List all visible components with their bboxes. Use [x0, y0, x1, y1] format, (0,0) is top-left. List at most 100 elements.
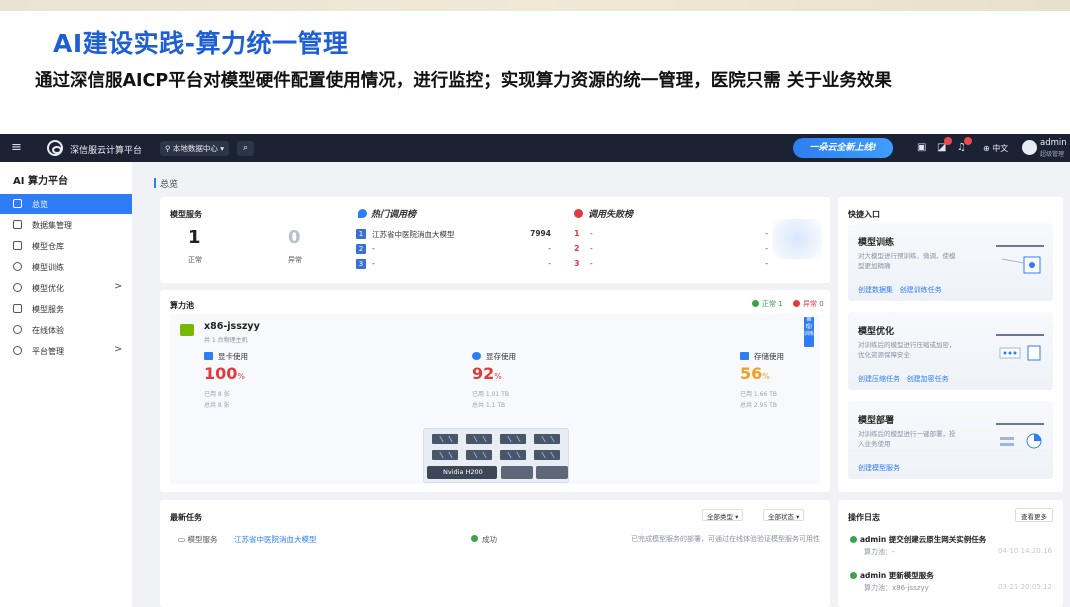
- status-badge: 正常 1: [762, 300, 783, 308]
- create-encrypt-task-link[interactable]: 创建加密任务: [907, 375, 949, 383]
- user-role: 超级管理: [1040, 151, 1065, 158]
- rank-value: -: [765, 244, 768, 253]
- success-icon: [471, 535, 478, 542]
- slide-description: 通过深信服AICP平台对模型硬件配置使用情况，进行监控；实现算力资源的统一管理，…: [35, 71, 892, 91]
- list-item[interactable]: 3 - -: [356, 259, 551, 271]
- language-label: 中文: [992, 144, 1009, 153]
- gpu-card-icon: [466, 434, 492, 444]
- fail-icon: [574, 209, 583, 218]
- avatar[interactable]: [1022, 140, 1037, 155]
- quick-entry-title: 快捷入口: [848, 210, 880, 219]
- brand-name: 深信服云计算平台: [70, 146, 143, 156]
- gpu-card-icon: [500, 450, 526, 460]
- bell-badge-icon: [964, 137, 972, 145]
- list-item[interactable]: 2 - -: [574, 244, 768, 256]
- search-icon[interactable]: ⌕: [237, 141, 254, 156]
- gpu-card-icon: [466, 450, 492, 460]
- tasks-badge-icon: [944, 137, 952, 145]
- operation-log-title: 操作日志: [848, 513, 880, 522]
- rank-name: -: [590, 229, 593, 238]
- log-title: admin 更新模型服务: [860, 571, 934, 580]
- list-item[interactable]: 1 - -: [574, 229, 768, 241]
- user-name[interactable]: admin: [1040, 138, 1067, 148]
- rank-name: -: [372, 244, 375, 253]
- training-icon: [13, 262, 22, 271]
- fail-rank-title: 调用失败榜: [588, 210, 634, 220]
- sidebar-item-model-repo[interactable]: 模型仓库: [0, 236, 132, 256]
- view-more-button[interactable]: 查看更多: [1015, 508, 1053, 522]
- log-time: 04-10 14:20:16: [998, 547, 1053, 555]
- list-item[interactable]: 1 江苏省中医院消血大模型 7994: [356, 229, 551, 241]
- normal-count: 1: [188, 227, 201, 248]
- model-service-title: 模型服务: [170, 210, 202, 219]
- storage-label: 存储使用: [754, 352, 784, 361]
- sidebar-item-label: 总览: [32, 200, 48, 209]
- rank-value: -: [765, 259, 768, 268]
- quick-entry-item-desc: 对大模型进行预训练、微调，使模型更加精确: [858, 252, 956, 270]
- vram-used: 已用 1.01 TB: [472, 391, 509, 398]
- sidebar-item-platform[interactable]: 平台管理 >: [0, 341, 132, 361]
- create-training-task-link[interactable]: 创建训练任务: [900, 286, 942, 294]
- status-badge: 异常 0: [803, 300, 824, 308]
- rank-number: 1: [356, 229, 366, 239]
- task-name[interactable]: 江苏省中医院消血大模型: [234, 534, 317, 545]
- sidebar-item-playground[interactable]: 在线体验: [0, 320, 132, 340]
- operation-log-card: 操作日志 查看更多 admin 提交创建云原生网关实例任务 算力池：- 04-1…: [838, 500, 1063, 607]
- create-model-service-link[interactable]: 创建模型服务: [858, 464, 900, 472]
- promo-banner[interactable]: 一朵云全新上线!: [793, 138, 893, 158]
- list-item[interactable]: 3 - -: [574, 259, 768, 271]
- hot-rank-title: 热门调用榜: [371, 210, 417, 220]
- quick-entry-deploy[interactable]: 模型部署 对训练后的模型进行一键部署，投入业务使用 创建模型服务: [848, 401, 1053, 479]
- abnormal-count: 0: [288, 227, 301, 248]
- gpu-server-illustration: Nvidia H200: [423, 428, 569, 483]
- sidebar-item-service[interactable]: 模型服务: [0, 299, 132, 319]
- vram-label: 显存使用: [486, 352, 516, 361]
- quick-entry-links: 创建数据集 创建训练任务: [858, 285, 942, 295]
- quick-entry-links: 创建模型服务: [858, 463, 900, 473]
- vram-icon: [472, 352, 481, 360]
- quick-entry-item-desc: 对训练后的模型进行压缩或加密，优化资源保障安全: [858, 341, 956, 359]
- repository-icon: [13, 241, 22, 250]
- storage-usage-unit: %: [762, 372, 770, 381]
- chevron-right-icon: >: [114, 344, 123, 355]
- training-illustration-icon: [996, 245, 1044, 274]
- rank-number: 1: [574, 229, 580, 238]
- status-filter-select[interactable]: 全部状态 ▾: [763, 509, 805, 521]
- table-row[interactable]: ▭ 模型服务 江苏省中医院消血大模型 成功 已完成模型服务的部署，可通过在线体验…: [170, 530, 820, 548]
- rank-name: -: [590, 244, 593, 253]
- create-compress-task-link[interactable]: 创建压缩任务: [858, 375, 900, 383]
- quick-entry-item-desc: 对训练后的模型进行一键部署，投入业务使用: [858, 430, 956, 448]
- side-tag: 推理/训练: [804, 317, 814, 347]
- sidebar-item-dataset[interactable]: 数据集管理: [0, 215, 132, 235]
- menu-icon[interactable]: ≡: [11, 140, 22, 155]
- rank-value: -: [548, 259, 551, 268]
- recent-tasks-card: 最新任务 全部类型 ▾ 全部状态 ▾ ▭ 模型服务 江苏省中医院消血大模型 成功…: [160, 500, 830, 607]
- sidebar-item-overview[interactable]: 总览: [0, 194, 132, 214]
- overview-top-card: 模型服务 1 正常 0 异常 热门调用榜 1 江苏省中医院消血大模型 7994 …: [160, 197, 830, 283]
- rank-name: -: [590, 259, 593, 268]
- chart-icon: [13, 220, 22, 229]
- quick-entry-optimize[interactable]: 模型优化 对训练后的模型进行压缩或加密，优化资源保障安全 创建压缩任务 创建加密…: [848, 312, 1053, 390]
- task-type-label: 模型服务: [187, 535, 218, 544]
- gpu-usage-value: 100%: [204, 364, 245, 383]
- sidebar-item-label: 模型服务: [32, 305, 64, 314]
- storage-used: 已用 1.66 TB: [740, 391, 777, 398]
- settings-icon: [13, 346, 22, 355]
- vram-usage-number: 92: [472, 364, 495, 383]
- create-dataset-link[interactable]: 创建数据集: [858, 286, 893, 294]
- sidebar-item-label: 平台管理: [32, 347, 64, 356]
- sidebar-item-training[interactable]: 模型训练: [0, 257, 132, 277]
- language-switch[interactable]: ⊕ 中文: [983, 143, 1008, 154]
- quick-entry-training[interactable]: 模型训练 对大模型进行预训练、微调，使模型更加精确 创建数据集 创建训练任务: [848, 223, 1053, 301]
- screen-icon[interactable]: ▣: [917, 142, 926, 153]
- storage-icon: [740, 352, 749, 360]
- sidebar-item-optimize[interactable]: 模型优化 >: [0, 278, 132, 298]
- host-name: x86-jsszyy: [204, 321, 260, 332]
- type-filter-label: 全部类型: [707, 513, 733, 521]
- list-item[interactable]: 2 - -: [356, 244, 551, 256]
- datacenter-select[interactable]: ⚲ 本地数据中心 ▾: [160, 141, 230, 156]
- type-filter-select[interactable]: 全部类型 ▾: [702, 509, 744, 521]
- gpu-card-icon: [432, 434, 458, 444]
- sidebar-item-label: 模型仓库: [32, 242, 64, 251]
- abnormal-label: 异常: [288, 256, 302, 264]
